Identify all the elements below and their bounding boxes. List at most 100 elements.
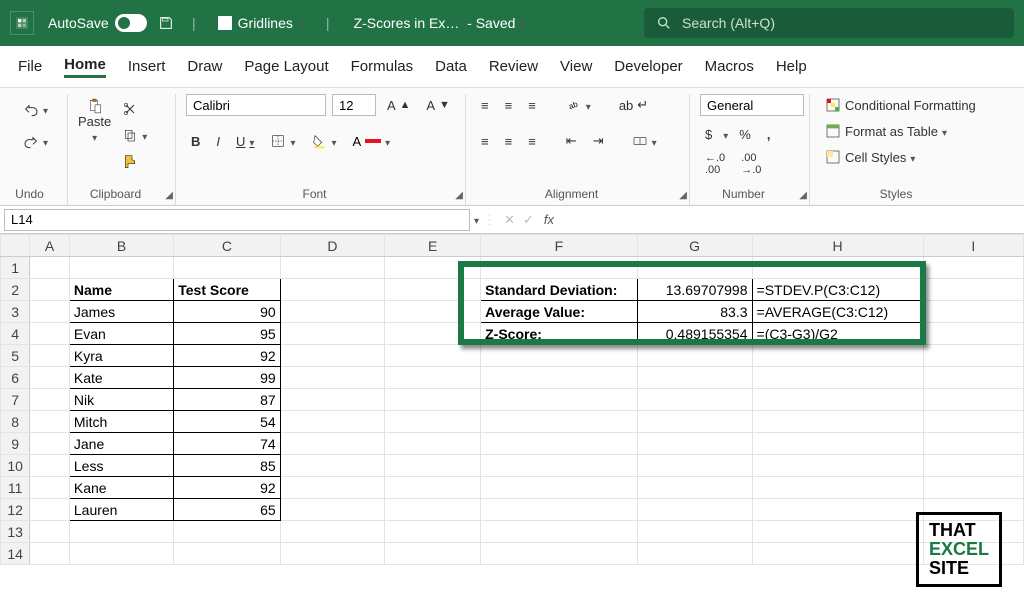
col-header[interactable]: C [174,235,280,257]
cell[interactable]: =(C3-G3)/G2 [752,323,923,345]
cell[interactable]: 99 [174,367,280,389]
cell[interactable] [69,521,173,543]
cell[interactable]: 90 [174,301,280,323]
save-icon[interactable] [154,11,178,35]
col-header[interactable]: F [481,235,638,257]
cell[interactable] [280,345,384,367]
row-header[interactable]: 4 [1,323,30,345]
cell-styles-button[interactable]: Cell Styles [820,146,984,168]
cell[interactable] [385,543,481,565]
cell[interactable]: Mitch [69,411,173,433]
decrease-decimal-button[interactable]: .00→.0 [736,149,766,179]
dialog-launcher-icon[interactable]: ◢ [455,190,463,201]
increase-font-button[interactable]: A▲ [382,95,415,116]
cell[interactable] [637,455,752,477]
cell[interactable]: Test Score [174,279,280,301]
cell[interactable] [30,323,70,345]
cell[interactable] [752,367,923,389]
row-header[interactable]: 11 [1,477,30,499]
cut-button[interactable] [117,98,152,120]
cell[interactable] [481,345,638,367]
cell[interactable]: 54 [174,411,280,433]
cell[interactable] [30,257,70,279]
row-header[interactable]: 10 [1,455,30,477]
tab-formulas[interactable]: Formulas [351,58,414,75]
cell[interactable] [30,345,70,367]
align-bottom-button[interactable]: ≡ [523,95,541,116]
cell[interactable] [923,257,1023,279]
format-painter-button[interactable] [117,150,152,172]
wrap-text-button[interactable]: ab↵ [614,94,653,116]
cell[interactable]: Name [69,279,173,301]
cell[interactable] [481,433,638,455]
cell[interactable] [752,389,923,411]
tab-help[interactable]: Help [776,58,807,75]
cell[interactable] [30,389,70,411]
cancel-icon[interactable]: ✕ [500,212,519,228]
cell[interactable] [385,389,481,411]
cell[interactable]: James [69,301,173,323]
col-header[interactable]: I [923,235,1023,257]
cell[interactable] [481,499,638,521]
cell[interactable] [481,477,638,499]
cell[interactable] [280,499,384,521]
cell[interactable] [385,411,481,433]
font-name-combo[interactable] [186,94,326,116]
col-header[interactable]: H [752,235,923,257]
align-right-button[interactable]: ≡ [523,131,541,152]
increase-decimal-button[interactable]: ←.0.00 [700,149,730,179]
cell[interactable]: =STDEV.P(C3:C12) [752,279,923,301]
worksheet[interactable]: A B C D E F G H I 12NameTest ScoreStanda… [0,234,1024,601]
col-header[interactable]: D [280,235,384,257]
tab-view[interactable]: View [560,58,592,75]
cell[interactable]: 92 [174,345,280,367]
cell[interactable]: 65 [174,499,280,521]
cell[interactable] [923,455,1023,477]
cell[interactable] [752,433,923,455]
cell[interactable] [637,521,752,543]
dialog-launcher-icon[interactable]: ◢ [799,190,807,201]
col-header[interactable]: E [385,235,481,257]
row-header[interactable]: 14 [1,543,30,565]
cell[interactable] [923,279,1023,301]
row-header[interactable]: 2 [1,279,30,301]
cell[interactable] [30,521,70,543]
filename[interactable]: Z-Scores in Ex… - Saved [354,15,525,31]
fill-color-button[interactable] [306,130,341,152]
cell[interactable] [923,301,1023,323]
cell[interactable] [174,543,280,565]
cell[interactable] [385,301,481,323]
tab-home[interactable]: Home [64,56,106,78]
format-as-table-button[interactable]: Format as Table [820,120,984,142]
cell[interactable] [481,257,638,279]
align-left-button[interactable]: ≡ [476,131,494,152]
row-header[interactable]: 9 [1,433,30,455]
cell[interactable] [385,257,481,279]
cell[interactable]: Kate [69,367,173,389]
cell[interactable] [385,499,481,521]
cell[interactable] [385,345,481,367]
grid[interactable]: A B C D E F G H I 12NameTest ScoreStanda… [0,234,1024,565]
tab-insert[interactable]: Insert [128,58,166,75]
cell[interactable] [637,257,752,279]
tab-page-layout[interactable]: Page Layout [244,58,328,75]
cell[interactable] [30,499,70,521]
cell[interactable]: Evan [69,323,173,345]
cell[interactable]: Average Value: [481,301,638,323]
cell[interactable] [30,433,70,455]
fx-icon[interactable]: fx [538,212,560,227]
row-header[interactable]: 8 [1,411,30,433]
cell[interactable] [30,477,70,499]
undo-button[interactable] [18,98,53,124]
cell[interactable] [923,477,1023,499]
row-header[interactable]: 13 [1,521,30,543]
cell[interactable] [752,521,923,543]
cell[interactable] [923,411,1023,433]
cell[interactable]: 92 [174,477,280,499]
select-all-corner[interactable] [1,235,30,257]
underline-button[interactable]: U [231,131,259,152]
cell[interactable] [637,499,752,521]
enter-icon[interactable]: ✓ [519,212,538,228]
name-box[interactable] [4,209,470,231]
cell[interactable] [481,367,638,389]
